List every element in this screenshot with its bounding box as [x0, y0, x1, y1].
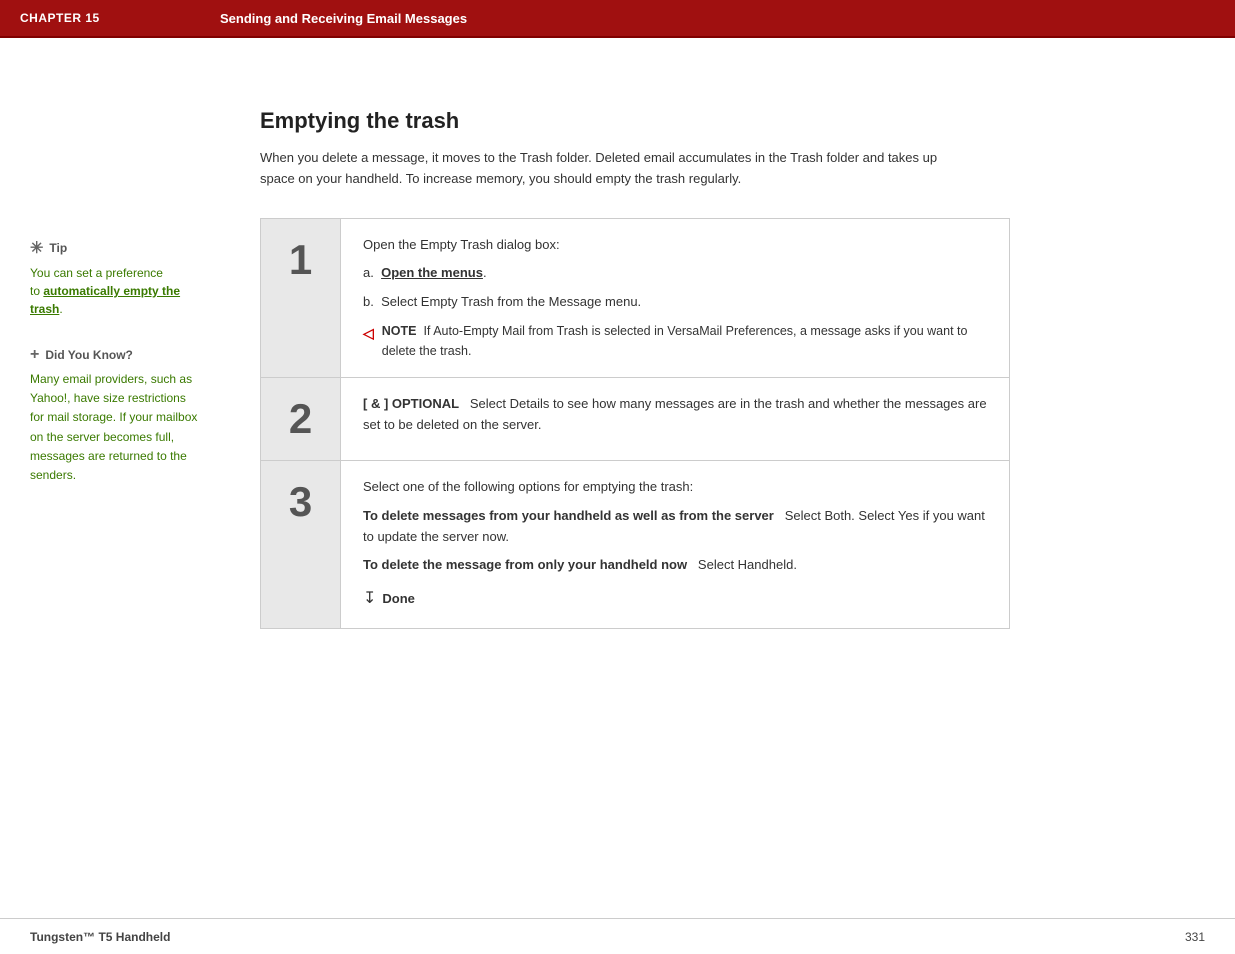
footer-page-number: 331: [1185, 930, 1205, 944]
header-bar: CHAPTER 15 Sending and Receiving Email M…: [0, 0, 1235, 38]
step3-intro: Select one of the following options for …: [363, 477, 987, 498]
step2-optional: [ & ] OPTIONAL Select Details to see how…: [363, 394, 987, 436]
step-content-1: Open the Empty Trash dialog box: a. Open…: [341, 219, 1009, 377]
sidebar: ✳ Tip You can set a preference to automa…: [0, 78, 220, 858]
step-number-2: 2: [289, 398, 312, 440]
tip-line1: You can set a preference: [30, 266, 163, 280]
page-content: ✳ Tip You can set a preference to automa…: [0, 38, 1235, 898]
main-content: Emptying the trash When you delete a mes…: [220, 78, 1235, 858]
step-number-1: 1: [289, 239, 312, 281]
step1-intro: Open the Empty Trash dialog box:: [363, 235, 987, 256]
dyk-text: Many email providers, such as Yahoo!, ha…: [30, 370, 200, 485]
page-footer: Tungsten™ T5 Handheld 331: [0, 918, 1235, 954]
tip-label: Tip: [49, 241, 67, 255]
dyk-header: + Did You Know?: [30, 346, 200, 364]
step-number-col-3: 3: [261, 461, 341, 628]
note-block: ◁ NOTE If Auto-Empty Mail from Trash is …: [363, 321, 987, 361]
dyk-label: Did You Know?: [45, 348, 133, 362]
note-content: NOTE If Auto-Empty Mail from Trash is se…: [382, 321, 987, 361]
done-label: Done: [382, 589, 415, 610]
done-arrow-icon: ↧: [363, 586, 376, 612]
step3-bold1: To delete messages from your handheld as…: [363, 508, 774, 523]
step3-bold2: To delete the message from only your han…: [363, 557, 687, 572]
step-number-col-1: 1: [261, 219, 341, 377]
step3-option2: To delete the message from only your han…: [363, 555, 987, 576]
note-label: NOTE: [382, 324, 417, 338]
footer-brand-bold: T5: [98, 930, 112, 944]
step-row-3: 3 Select one of the following options fo…: [261, 461, 1009, 628]
chapter-label: CHAPTER 15: [20, 11, 220, 25]
footer-brand-italic: Tungsten™: [30, 930, 98, 944]
step-content-3: Select one of the following options for …: [341, 461, 1009, 628]
tip-text: You can set a preference to automaticall…: [30, 264, 200, 318]
step-row-2: 2 [ & ] OPTIONAL Select Details to see h…: [261, 378, 1009, 461]
tip-link[interactable]: automatically empty the trash: [30, 284, 180, 316]
tip-header: ✳ Tip: [30, 238, 200, 258]
step-content-2: [ & ] OPTIONAL Select Details to see how…: [341, 378, 1009, 460]
done-row: ↧ Done: [363, 586, 987, 612]
step1-sub-b: b. Select Empty Trash from the Message m…: [363, 292, 987, 313]
chapter-title: Sending and Receiving Email Messages: [220, 11, 467, 26]
tip-star-icon: ✳: [30, 238, 43, 258]
step3-option1: To delete messages from your handheld as…: [363, 506, 987, 548]
section-title: Emptying the trash: [260, 108, 1175, 134]
note-icon: ◁: [363, 322, 374, 344]
did-you-know-block: + Did You Know? Many email providers, su…: [30, 346, 200, 485]
footer-brand: Tungsten™ T5 Handheld: [30, 930, 170, 944]
section-intro: When you delete a message, it moves to t…: [260, 148, 940, 190]
step-number-3: 3: [289, 481, 312, 523]
step1-sub-a: a. Open the menus.: [363, 263, 987, 284]
tip-line2: to automatically empty the trash.: [30, 284, 180, 316]
footer-brand-rest: Handheld: [112, 930, 170, 944]
step-row-1: 1 Open the Empty Trash dialog box: a. Op…: [261, 219, 1009, 378]
dyk-plus-icon: +: [30, 346, 39, 364]
steps-container: 1 Open the Empty Trash dialog box: a. Op…: [260, 218, 1010, 629]
open-menus-link[interactable]: Open the menus: [381, 265, 483, 280]
optional-label: [ & ] OPTIONAL: [363, 396, 459, 411]
tip-block: ✳ Tip You can set a preference to automa…: [30, 238, 200, 318]
step-number-col-2: 2: [261, 378, 341, 460]
